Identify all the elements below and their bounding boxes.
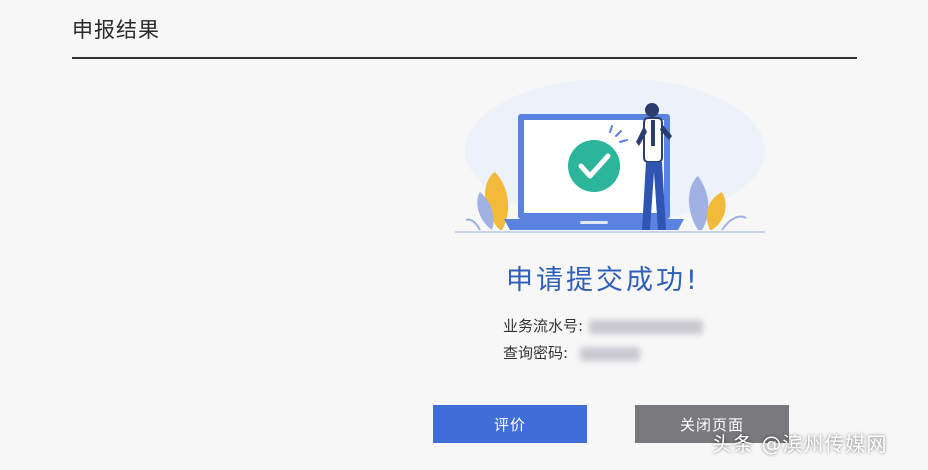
rate-button[interactable]: 评价 xyxy=(433,405,587,443)
query-password-value xyxy=(580,346,641,361)
success-message: 申请提交成功! xyxy=(506,265,700,296)
serial-number-label: 业务流水号: xyxy=(503,317,584,335)
serial-number-value xyxy=(589,319,704,334)
success-illustration xyxy=(455,80,765,233)
serial-number-row: 业务流水号: xyxy=(503,315,704,336)
title-divider xyxy=(72,57,857,59)
query-password-row: 查询密码: xyxy=(503,342,641,363)
check-icon xyxy=(568,140,620,192)
watermark: 头条 @滨州传媒网 xyxy=(712,432,888,456)
query-password-label: 查询密码: xyxy=(503,344,569,362)
page-title: 申报结果 xyxy=(72,18,160,42)
